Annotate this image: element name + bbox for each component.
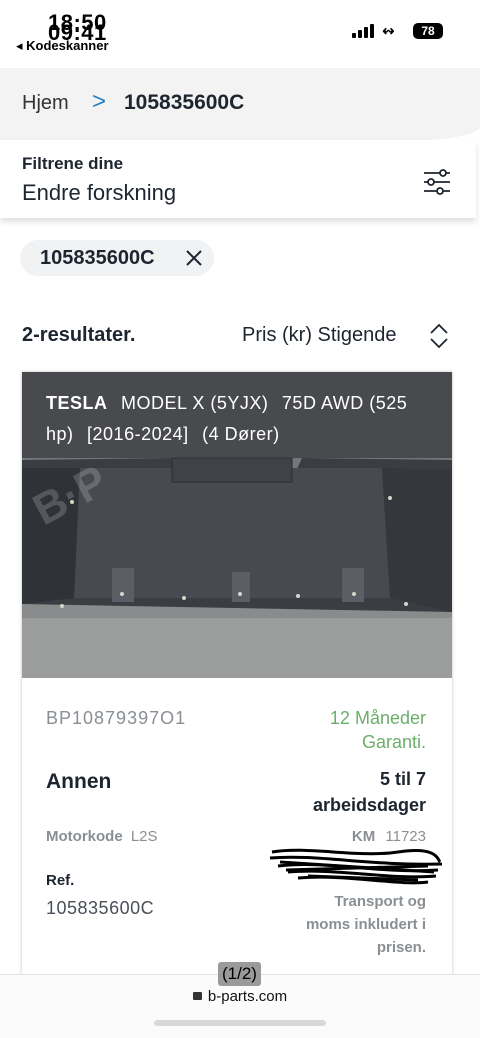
page-counter: (1/2) xyxy=(218,962,261,986)
status-bar: 09:41 18:50 ◂ Kodeskanner ↭ 78 xyxy=(0,0,480,60)
sort-select[interactable]: Pris (kr) Stigende xyxy=(242,324,397,347)
vehicle-years: [2016-2024] xyxy=(87,424,189,444)
status-time-front: 18:50 xyxy=(48,10,107,35)
reference-value: 105835600C xyxy=(46,898,155,918)
vehicle-brand: TESLA xyxy=(46,393,108,413)
chevron-right-icon: > xyxy=(92,88,107,115)
breadcrumb: Hjem > 105835600C xyxy=(0,68,480,140)
wifi-icon: ↭ xyxy=(382,23,395,40)
address-bar[interactable]: b-parts.com xyxy=(0,988,480,1005)
results-count: 2-resultater. xyxy=(22,324,136,346)
mileage: KM 11723 xyxy=(352,828,426,845)
warranty-text: 12 Måneder Garanti. xyxy=(329,708,426,752)
vehicle-power: hp) xyxy=(46,424,74,444)
url-text: b-parts.com xyxy=(207,988,288,1005)
engine-code-value: L2S xyxy=(130,828,158,845)
lock-icon xyxy=(192,992,202,1000)
vehicle-model: MODEL X (5YJX) xyxy=(121,393,269,413)
redaction-scribble xyxy=(269,848,443,885)
reference-label: Ref. xyxy=(46,872,75,889)
close-icon[interactable] xyxy=(182,246,206,270)
filters-panel[interactable]: Filtrene dine Endre forskning xyxy=(0,140,476,218)
part-name: Annen xyxy=(46,770,112,793)
home-indicator[interactable] xyxy=(154,1020,326,1026)
sort-updown-icon[interactable] xyxy=(428,322,450,350)
product-card[interactable]: B·P TESLA MODEL X (5YJX) 75D AWD (525 hp… xyxy=(22,372,452,992)
edit-search-link[interactable]: Endre forskning xyxy=(22,180,176,206)
active-filter-chip[interactable]: 105835600C xyxy=(20,240,214,276)
filters-title: Filtrene dine xyxy=(22,154,124,173)
engine-code: Motorkode L2S xyxy=(46,828,158,845)
mileage-label: KM xyxy=(351,828,376,845)
sliders-icon[interactable] xyxy=(422,168,452,196)
breadcrumb-current: 105835600C xyxy=(124,91,245,114)
vehicle-variant: 75D AWD (525 xyxy=(281,393,408,413)
battery-icon: 78 xyxy=(413,23,443,39)
vehicle-doors: (4 Dører) xyxy=(202,424,280,444)
product-reference-code: BP10879397O1 xyxy=(46,708,187,728)
price-note: Transport og moms inkludert i prisen. xyxy=(305,893,426,956)
back-to-app-link[interactable]: ◂ Kodeskanner xyxy=(16,38,109,54)
product-photo[interactable]: B·P TESLA MODEL X (5YJX) 75D AWD (525 hp… xyxy=(22,372,452,678)
chip-label: 105835600C xyxy=(40,246,155,269)
cellular-signal-icon xyxy=(352,24,374,38)
vehicle-info-overlay: TESLA MODEL X (5YJX) 75D AWD (525 hp) [2… xyxy=(22,372,452,458)
mileage-value: 11723 xyxy=(385,828,426,845)
delivery-time: 5 til 7 arbeidsdager xyxy=(312,769,426,815)
breadcrumb-home-link[interactable]: Hjem xyxy=(22,92,69,115)
engine-code-label: Motorkode xyxy=(46,828,123,845)
